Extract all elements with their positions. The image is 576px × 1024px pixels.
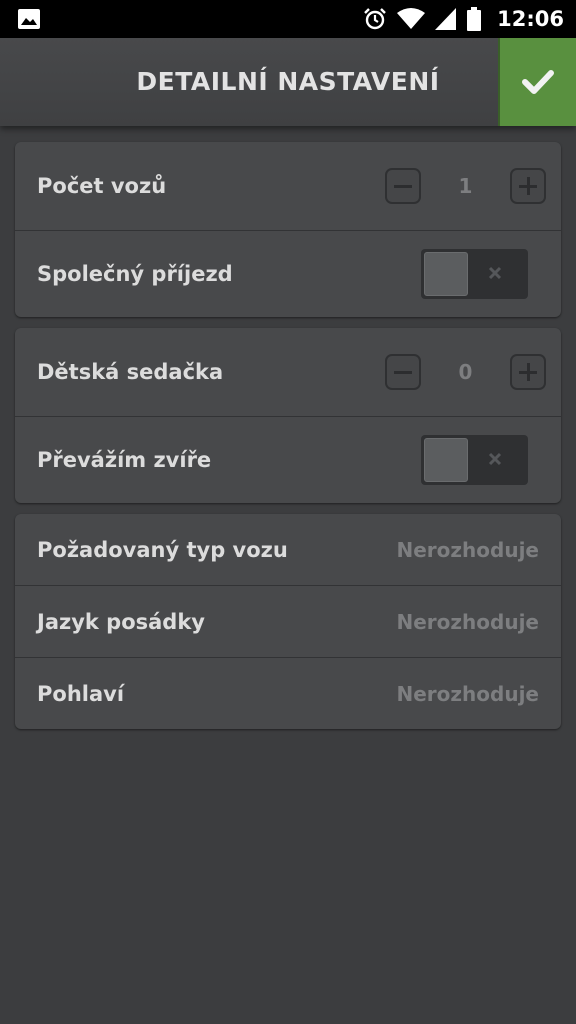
crew-language-label: Jazyk posádky (37, 609, 205, 634)
animal-label: Převážím zvíře (37, 448, 212, 472)
animal-row: Převážím zvíře (15, 416, 561, 503)
close-icon (488, 452, 502, 466)
car-count-increment-button[interactable] (510, 168, 546, 204)
page-title: DETAILNÍ NASTAVENÍ (136, 67, 440, 96)
car-count-stepper: 1 (385, 168, 546, 204)
car-type-row[interactable]: Požadovaný typ vozu Nerozhoduje (15, 514, 561, 585)
child-seat-decrement-button[interactable] (385, 354, 421, 390)
car-count-row: Počet vozů 1 (15, 142, 561, 230)
crew-language-value: Nerozhoduje (396, 609, 540, 634)
shared-arrival-toggle[interactable] (421, 249, 528, 299)
status-time: 12:06 (497, 7, 564, 31)
card-preferences: Požadovaný typ vozu Nerozhoduje Jazyk po… (15, 514, 561, 729)
shared-arrival-label: Společný příjezd (37, 262, 233, 286)
toggle-knob (424, 252, 468, 296)
toggle-knob (424, 438, 468, 482)
child-seat-label: Dětská sedačka (37, 360, 224, 384)
shared-arrival-row: Společný příjezd (15, 230, 561, 317)
signal-icon (435, 8, 457, 30)
gender-label: Pohlaví (37, 681, 125, 706)
card-vehicle: Počet vozů 1 Společný příjezd (15, 142, 561, 317)
car-type-label: Požadovaný typ vozu (37, 537, 288, 562)
animal-toggle[interactable] (421, 435, 528, 485)
close-icon (488, 266, 502, 280)
child-seat-stepper: 0 (385, 354, 546, 390)
gender-row[interactable]: Pohlaví Nerozhoduje (15, 657, 561, 729)
minus-icon (394, 185, 412, 188)
wifi-icon (397, 8, 426, 29)
confirm-button[interactable] (498, 38, 576, 126)
child-seat-row: Dětská sedačka 0 (15, 328, 561, 416)
crew-language-row[interactable]: Jazyk posádky Nerozhoduje (15, 585, 561, 657)
checkmark-icon (522, 70, 554, 94)
image-icon (18, 9, 40, 29)
card-extras: Dětská sedačka 0 Převážím zvíře (15, 328, 561, 503)
battery-icon (467, 7, 482, 31)
app-bar: DETAILNÍ NASTAVENÍ (0, 38, 576, 126)
child-seat-value: 0 (458, 360, 473, 384)
child-seat-increment-button[interactable] (510, 354, 546, 390)
status-bar: 12:06 (0, 0, 576, 38)
car-count-value: 1 (458, 174, 473, 198)
alarm-icon (364, 8, 386, 30)
car-type-value: Nerozhoduje (396, 537, 540, 562)
car-count-label: Počet vozů (37, 174, 167, 198)
gender-value: Nerozhoduje (396, 681, 540, 706)
minus-icon (394, 371, 412, 374)
car-count-decrement-button[interactable] (385, 168, 421, 204)
